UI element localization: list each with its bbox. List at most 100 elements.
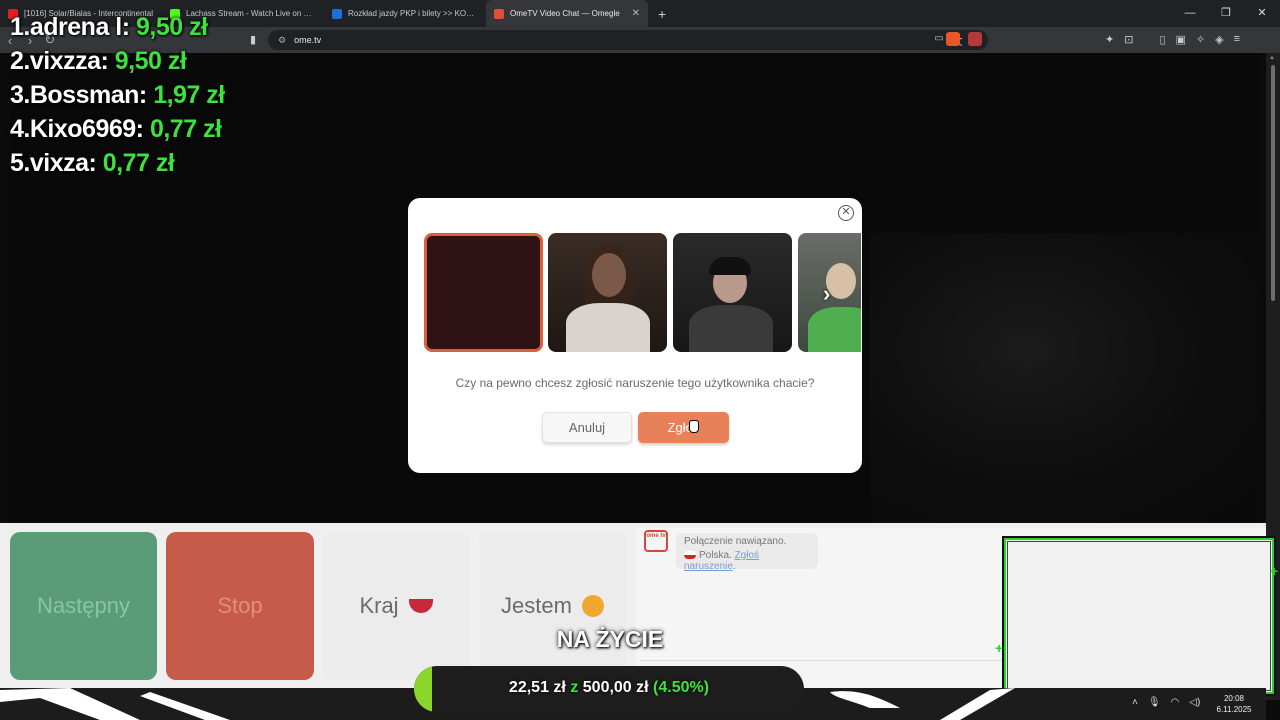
- taskbar-decoration: [0, 688, 230, 720]
- chat-message: Połączenie nawiązano. Polska. Zgłoś naru…: [676, 533, 818, 572]
- person-body: [808, 307, 861, 352]
- clock-date: 6.11.2025: [1216, 705, 1252, 714]
- cast-icon[interactable]: ▭: [934, 33, 943, 48]
- site-info-icon[interactable]: ⚙: [278, 35, 286, 46]
- brave-icons: [946, 32, 982, 46]
- screen: [1016] Solar/Bialas - Intercontinental L…: [0, 0, 1280, 720]
- leaderboard-name: vixza:: [29, 149, 97, 177]
- poland-flag-icon: [408, 599, 433, 613]
- tab-title: Rozkład jazdy PKP i bilety >> KOLEO: [348, 9, 478, 18]
- vpn-icon[interactable]: ◈: [1215, 33, 1223, 46]
- leaderboard-row: 3.Bossman: 1,97 zł: [10, 78, 225, 112]
- menu-icon[interactable]: ≡: [1234, 33, 1240, 46]
- close-window-button[interactable]: ✕: [1244, 0, 1280, 27]
- leaderboard-rank: 1.: [10, 13, 30, 41]
- sidebar-icon[interactable]: ▯: [1159, 33, 1165, 46]
- maximize-button[interactable]: ❐: [1208, 0, 1244, 27]
- leaderboard-amount: 0,77 zł: [102, 149, 175, 177]
- clock-time: 20:08: [1223, 694, 1245, 703]
- hand-cursor-icon: [689, 420, 699, 433]
- frame-corner-icon: +: [1270, 563, 1279, 579]
- stop-button[interactable]: Stop: [166, 532, 314, 680]
- leaderboard-row: 4.Kixo6969: 0,77 zł: [10, 112, 225, 146]
- extension-icons: ✦ ⊡ ▯ ▣ ✧ ◈ ≡: [1105, 33, 1240, 46]
- chat-status-text: Połączenie nawiązano.: [684, 536, 787, 547]
- leo-icon[interactable]: ✧: [1196, 33, 1205, 46]
- close-icon[interactable]: ✕: [838, 205, 854, 221]
- brave-rewards-icon[interactable]: [968, 32, 982, 46]
- scrollbar-thumb[interactable]: [1271, 65, 1275, 301]
- person-body: [566, 303, 650, 352]
- gender-label: Jestem: [501, 593, 572, 618]
- next-button[interactable]: Następny: [10, 532, 157, 680]
- leaderboard-amount: 1,97 zł: [153, 81, 225, 109]
- next-arrow-icon[interactable]: ›: [823, 281, 830, 307]
- system-tray: ˄ 🎙 ◠ ◁): [1132, 697, 1200, 708]
- close-tab-icon[interactable]: ✕: [632, 8, 640, 19]
- country-label: Kraj: [359, 593, 399, 618]
- gender-button[interactable]: Jestem: [479, 532, 626, 680]
- new-tab-button[interactable]: +: [648, 6, 676, 22]
- screenshot-thumbnail-selected[interactable]: [424, 233, 543, 352]
- leaderboard-amount: 9,50 zł: [114, 47, 187, 75]
- minimize-button[interactable]: —: [1172, 0, 1208, 27]
- url-text: ome.tv: [294, 35, 322, 45]
- leaderboard-rank: 3.: [10, 81, 30, 109]
- leaderboard-name: vixzza:: [29, 47, 109, 75]
- boy-emoji-icon: [581, 595, 604, 617]
- chat-country: Polska: [699, 550, 730, 561]
- taskbar-decoration: [830, 688, 1015, 720]
- leaderboard-row: 2.vixzza: 9,50 zł: [10, 44, 225, 78]
- frame-corner-icon: +: [995, 640, 1004, 656]
- poland-flag-icon: [684, 551, 696, 560]
- tab-koleo[interactable]: Rozkład jazdy PKP i bilety >> KOLEO: [324, 0, 486, 27]
- bookmark-icon[interactable]: ▮: [250, 33, 256, 46]
- address-bar[interactable]: ⚙ ome.tv ▭ 文 ⇪: [268, 30, 988, 50]
- goal-separator: z: [570, 679, 579, 696]
- leaderboard-rank: 4.: [10, 115, 30, 143]
- screenshot-strip: [424, 233, 861, 352]
- screenshot-icon[interactable]: ⊡: [1124, 33, 1133, 46]
- goal-current: 22,51 zł: [508, 679, 566, 696]
- tab-ometv[interactable]: OmeTV Video Chat — Omegle ✕: [486, 0, 648, 27]
- taskbar-clock[interactable]: 20:08 6.11.2025: [1212, 693, 1256, 715]
- screenshot-thumbnail[interactable]: [548, 233, 667, 352]
- wallet-icon[interactable]: ▣: [1176, 33, 1186, 46]
- extensions-icon[interactable]: ✦: [1105, 33, 1114, 46]
- microphone-icon[interactable]: 🎙: [1148, 697, 1161, 708]
- leaderboard-name: adrena l:: [29, 13, 130, 41]
- country-button[interactable]: Kraj: [323, 532, 469, 680]
- self-video: [1007, 541, 1271, 691]
- person-face: [826, 263, 856, 299]
- scroll-up-icon[interactable]: ▲: [1269, 55, 1275, 61]
- report-question: Czy na pewno chcesz zgłosić naruszenie t…: [455, 376, 815, 390]
- screenshot-thumbnail[interactable]: [673, 233, 792, 352]
- brave-shields-icon[interactable]: [946, 32, 960, 46]
- leaderboard-amount: 9,50 zł: [136, 13, 208, 41]
- volume-icon[interactable]: ◁): [1189, 697, 1200, 708]
- leaderboard-row: 5.vixza: 0,77 zł: [10, 146, 225, 180]
- leaderboard-row: 1.adrena l: 9,50 zł: [10, 10, 225, 44]
- leaderboard-name: Kixo6969:: [29, 115, 144, 143]
- stop-label: Stop: [217, 593, 263, 618]
- leaderboard-rank: 2.: [10, 47, 30, 75]
- koleo-icon: [332, 8, 342, 19]
- person-cap: [709, 257, 751, 275]
- wifi-icon[interactable]: ◠: [1171, 697, 1180, 708]
- window-controls: — ❐ ✕: [1172, 0, 1280, 27]
- ometv-icon: [494, 8, 504, 19]
- tray-expand-icon[interactable]: ˄: [1132, 697, 1138, 708]
- tab-title: OmeTV Video Chat — Omegle: [510, 9, 620, 18]
- next-label: Następny: [37, 593, 130, 618]
- leaderboard-name: Bossman:: [29, 81, 147, 109]
- person-body: [689, 305, 773, 352]
- goal-title: NA ŻYCIE: [556, 626, 664, 652]
- donation-leaderboard: 1.adrena l: 9,50 zł 2.vixzza: 9,50 zł 3.…: [10, 10, 225, 180]
- report-button[interactable]: Zgłoś: [638, 412, 729, 443]
- ometv-logo-icon: ome tv: [644, 530, 668, 552]
- chat-country-line: Polska. Zgłoś naruszenie.: [684, 550, 760, 572]
- goal-amount: 22,51 zł z 500,00 zł (4.50%): [414, 679, 804, 697]
- cancel-button[interactable]: Anuluj: [542, 412, 632, 443]
- leaderboard-amount: 0,77 zł: [149, 115, 222, 143]
- goal-target: 500,00 zł: [582, 679, 649, 696]
